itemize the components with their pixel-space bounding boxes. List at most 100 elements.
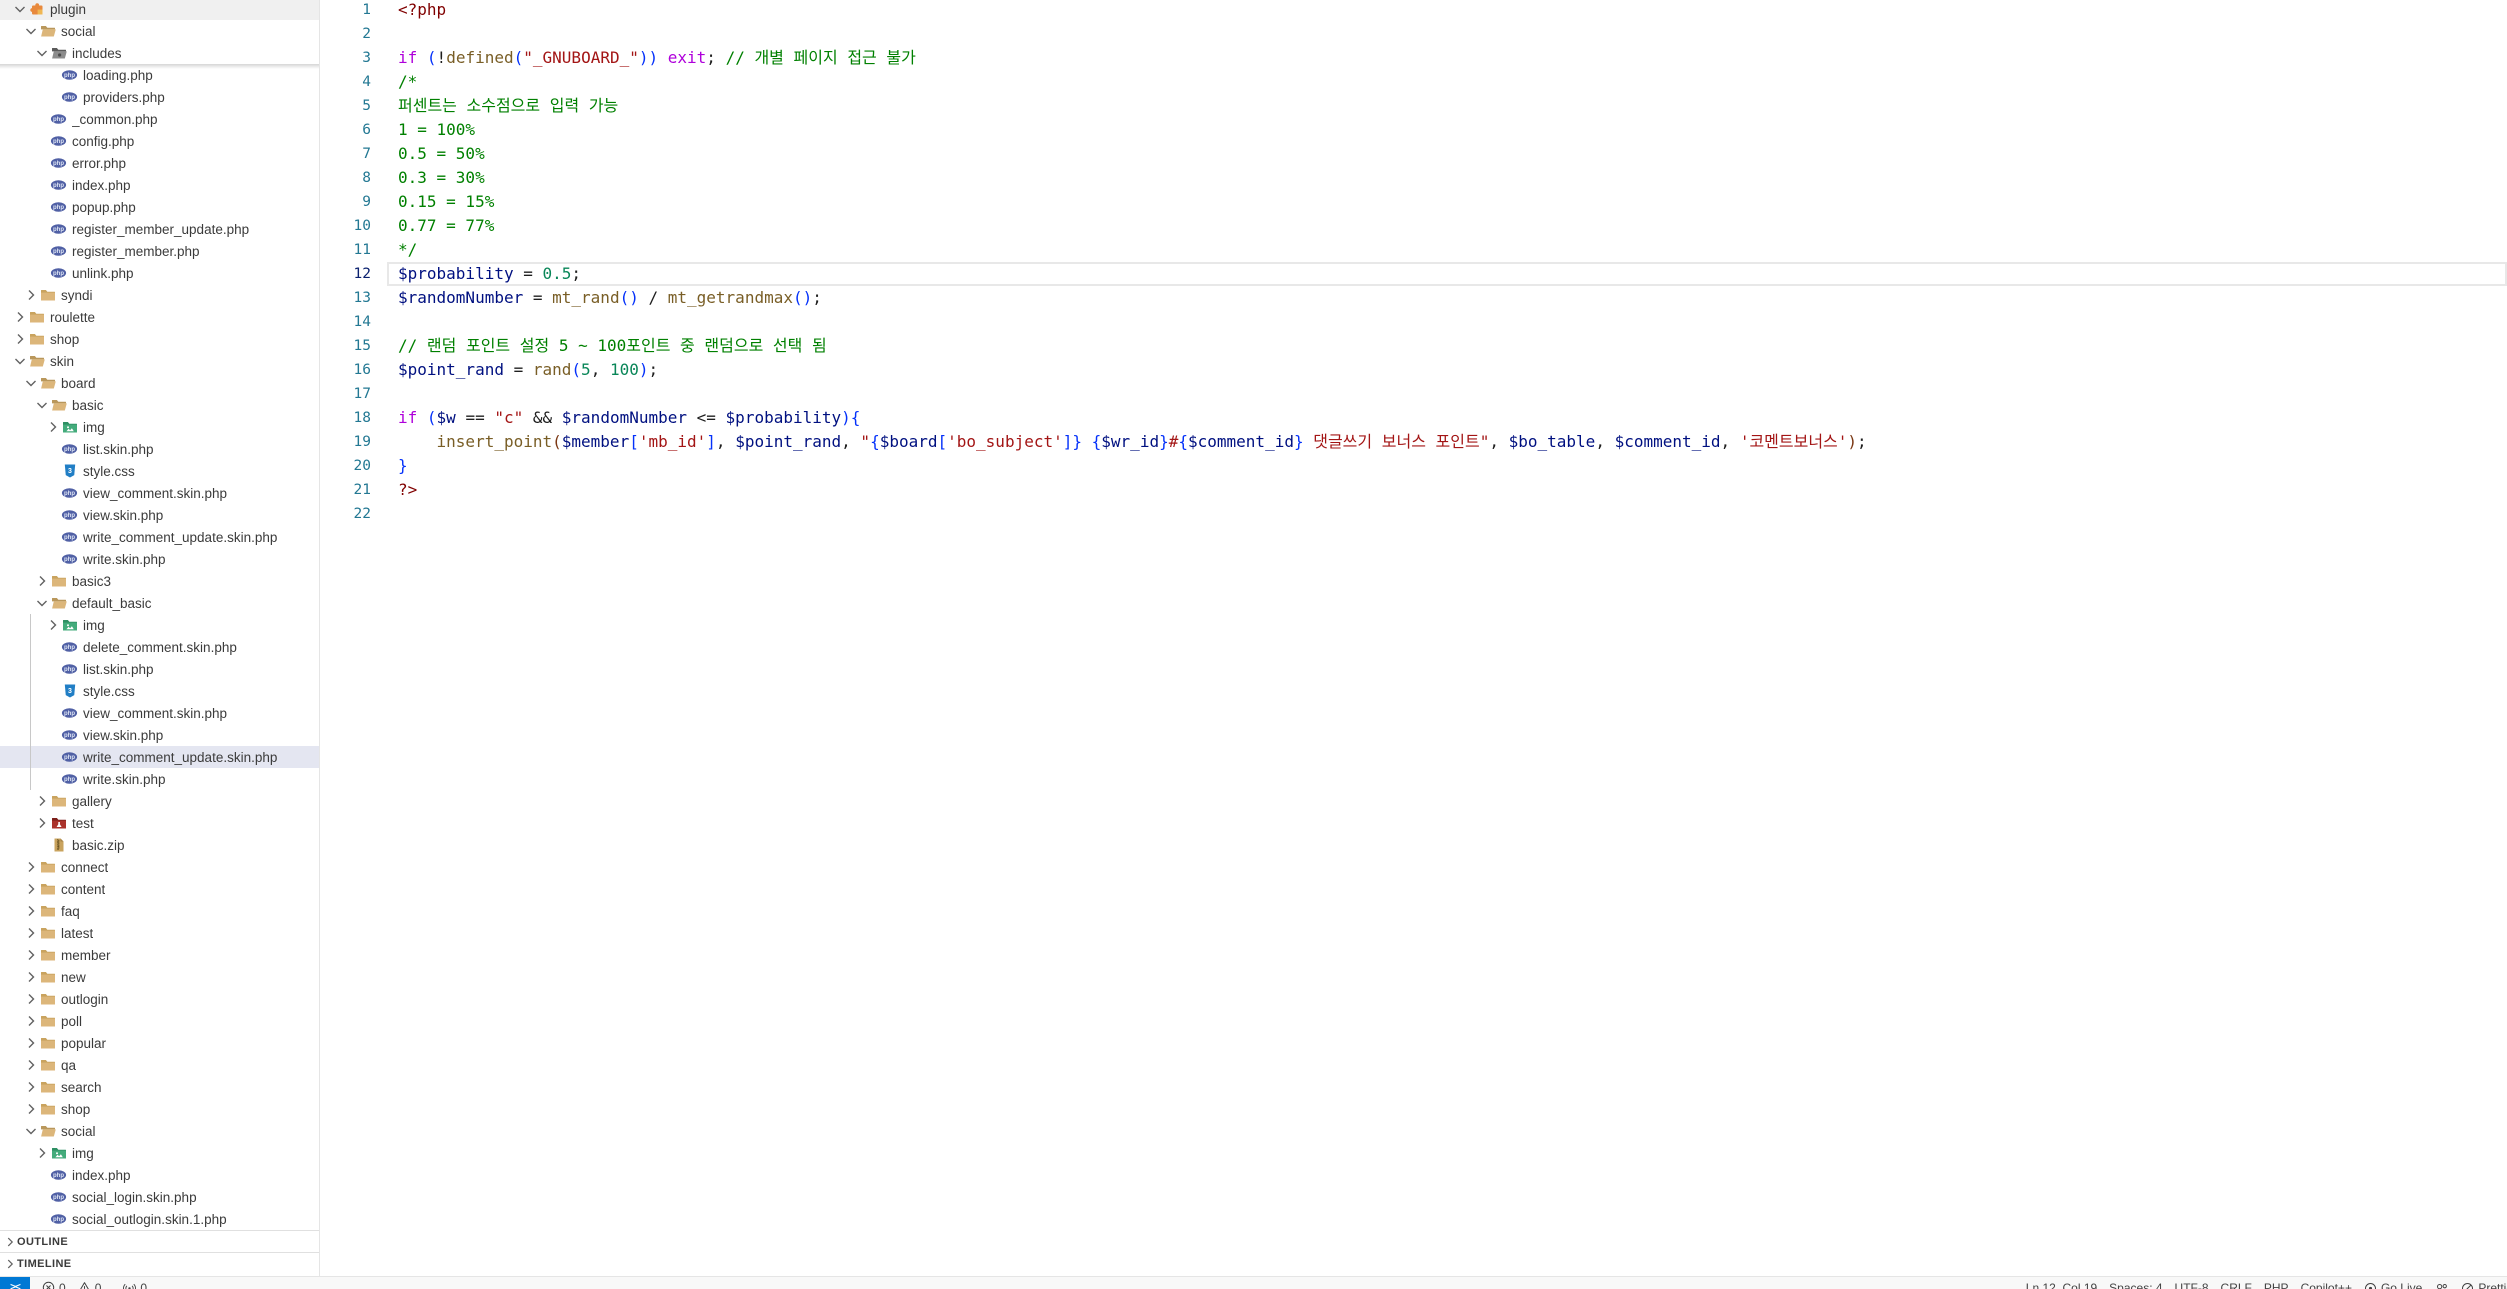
tree-item-basic3[interactable]: basic3 [0, 570, 319, 592]
code-line-12[interactable]: 12$probability = 0.5; [321, 262, 2507, 286]
code-line-14[interactable]: 14 [321, 310, 2507, 334]
code-line-15[interactable]: 15// 랜덤 포인트 설정 5 ~ 100포인트 중 랜덤으로 선택 됨 [321, 334, 2507, 358]
tree-item-includes[interactable]: includes [0, 42, 319, 64]
tree-item-list.skin.php[interactable]: phplist.skin.php [0, 438, 319, 460]
indent-indicator[interactable]: Spaces: 4 [2103, 1277, 2168, 1289]
tree-item-register_member.php[interactable]: phpregister_member.php [0, 240, 319, 262]
encoding-indicator[interactable]: UTF-8 [2169, 1277, 2215, 1289]
code-text: /* [398, 70, 417, 94]
tree-item-social_login.skin.php[interactable]: phpsocial_login.skin.php [0, 1186, 319, 1208]
code-line-21[interactable]: 21?> [321, 478, 2507, 502]
tree-item-view_comment.skin.php[interactable]: phpview_comment.skin.php [0, 702, 319, 724]
code-line-18[interactable]: 18if ($w == "c" && $randomNumber <= $pro… [321, 406, 2507, 430]
tree-item-skin[interactable]: skin [0, 350, 319, 372]
code-line-17[interactable]: 17 [321, 382, 2507, 406]
eol-indicator[interactable]: CRLF [2215, 1277, 2258, 1289]
tree-item-connect[interactable]: connect [0, 856, 319, 878]
tree-item-unlink.php[interactable]: phpunlink.php [0, 262, 319, 284]
tree-item-plugin[interactable]: plugin [0, 0, 319, 20]
code-line-7[interactable]: 70.5 = 50% [321, 142, 2507, 166]
tree-item-style.css[interactable]: 3style.css [0, 460, 319, 482]
code-line-11[interactable]: 11*/ [321, 238, 2507, 262]
tree-item-outlogin[interactable]: outlogin [0, 988, 319, 1010]
tree-item-write_comment_update.skin.php[interactable]: phpwrite_comment_update.skin.php [0, 526, 319, 548]
tree-item-social_outlogin.skin.1.php[interactable]: phpsocial_outlogin.skin.1.php [0, 1208, 319, 1230]
tree-item-providers.php[interactable]: phpproviders.php [0, 86, 319, 108]
tree-item-view_comment.skin.php[interactable]: phpview_comment.skin.php [0, 482, 319, 504]
tree-item-error.php[interactable]: phperror.php [0, 152, 319, 174]
tree-item-new[interactable]: new [0, 966, 319, 988]
tree-item-popular[interactable]: popular [0, 1032, 319, 1054]
tree-item-faq[interactable]: faq [0, 900, 319, 922]
code-line-2[interactable]: 2 [321, 22, 2507, 46]
tree-item-write.skin.php[interactable]: phpwrite.skin.php [0, 548, 319, 570]
tree-item-shop[interactable]: shop [0, 328, 319, 350]
tree-item-board[interactable]: board [0, 372, 319, 394]
tree-item-member[interactable]: member [0, 944, 319, 966]
code-line-6[interactable]: 61 = 100% [321, 118, 2507, 142]
code-text: */ [398, 238, 417, 262]
tree-item-content[interactable]: content [0, 878, 319, 900]
prettier-indicator[interactable]: Prettier [2455, 1277, 2507, 1289]
tree-item-index.php[interactable]: phpindex.php [0, 1164, 319, 1186]
code-line-16[interactable]: 16$point_rand = rand(5, 100); [321, 358, 2507, 382]
folder-open-icon [39, 1123, 56, 1139]
line-col-indicator[interactable]: Ln 12, Col 19 [2020, 1277, 2103, 1289]
tree-item-style.css[interactable]: 3style.css [0, 680, 319, 702]
code-editor[interactable]: 1<?php23if (!defined("_GNUBOARD_")) exit… [321, 0, 2507, 1276]
tree-item-view.skin.php[interactable]: phpview.skin.php [0, 504, 319, 526]
tree-item-qa[interactable]: qa [0, 1054, 319, 1076]
tree-item-default_basic[interactable]: default_basic [0, 592, 319, 614]
tree-item-roulette[interactable]: roulette [0, 306, 319, 328]
tree-item-poll[interactable]: poll [0, 1010, 319, 1032]
tree-item-basic[interactable]: basic [0, 394, 319, 416]
problems-warnings[interactable]: 0 [72, 1277, 108, 1289]
outline-section-header[interactable]: OUTLINE [0, 1230, 319, 1252]
timeline-section-header[interactable]: TIMELINE [0, 1252, 319, 1274]
language-indicator[interactable]: PHP [2258, 1277, 2295, 1289]
tree-item-latest[interactable]: latest [0, 922, 319, 944]
tree-item-shop[interactable]: shop [0, 1098, 319, 1120]
tree-item-social[interactable]: social [0, 1120, 319, 1142]
tree-item-img[interactable]: img [0, 614, 319, 636]
tree-item-basic.zip[interactable]: basic.zip [0, 834, 319, 856]
people-button[interactable] [2428, 1277, 2455, 1289]
go-live-button[interactable]: Go Live [2358, 1277, 2428, 1289]
code-line-10[interactable]: 100.77 = 77% [321, 214, 2507, 238]
tree-item-label: shop [50, 332, 79, 347]
svg-text:php: php [53, 1217, 64, 1223]
tree-item-register_member_update.php[interactable]: phpregister_member_update.php [0, 218, 319, 240]
problems-errors[interactable]: 0 [36, 1277, 72, 1289]
tree-item-test[interactable]: test [0, 812, 319, 834]
tree-item-write_comment_update.skin.php[interactable]: phpwrite_comment_update.skin.php [0, 746, 319, 768]
tree-item-loading.php[interactable]: phploading.php [0, 64, 319, 86]
tree-item-social[interactable]: social [0, 20, 319, 42]
tree-item-_common.php[interactable]: php_common.php [0, 108, 319, 130]
code-line-8[interactable]: 80.3 = 30% [321, 166, 2507, 190]
tree-item-delete_comment.skin.php[interactable]: phpdelete_comment.skin.php [0, 636, 319, 658]
code-line-20[interactable]: 20} [321, 454, 2507, 478]
copilot-indicator[interactable]: Copilot++ [2295, 1277, 2358, 1289]
tree-item-search[interactable]: search [0, 1076, 319, 1098]
code-line-4[interactable]: 4/* [321, 70, 2507, 94]
code-line-9[interactable]: 90.15 = 15% [321, 190, 2507, 214]
tree-item-view.skin.php[interactable]: phpview.skin.php [0, 724, 319, 746]
code-line-1[interactable]: 1<?php [321, 0, 2507, 22]
remote-indicator[interactable]: >< [0, 1277, 30, 1289]
tree-item-write.skin.php[interactable]: phpwrite.skin.php [0, 768, 319, 790]
tree-item-list.skin.php[interactable]: phplist.skin.php [0, 658, 319, 680]
code-line-5[interactable]: 5퍼센트는 소수점으로 입력 가능 [321, 94, 2507, 118]
tree-item-config.php[interactable]: phpconfig.php [0, 130, 319, 152]
tree-item-gallery[interactable]: gallery [0, 790, 319, 812]
tree-item-img[interactable]: img [0, 1142, 319, 1164]
tree-item-popup.php[interactable]: phppopup.php [0, 196, 319, 218]
ports-indicator[interactable]: 0 [117, 1277, 153, 1289]
tree-item-index.php[interactable]: phpindex.php [0, 174, 319, 196]
tree-item-label: test [72, 816, 94, 831]
tree-item-img[interactable]: img [0, 416, 319, 438]
code-line-3[interactable]: 3if (!defined("_GNUBOARD_")) exit; // 개별… [321, 46, 2507, 70]
code-line-13[interactable]: 13$randomNumber = mt_rand() / mt_getrand… [321, 286, 2507, 310]
code-line-22[interactable]: 22 [321, 502, 2507, 526]
code-line-19[interactable]: 19 insert_point($member['mb_id'], $point… [321, 430, 2507, 454]
tree-item-syndi[interactable]: syndi [0, 284, 319, 306]
